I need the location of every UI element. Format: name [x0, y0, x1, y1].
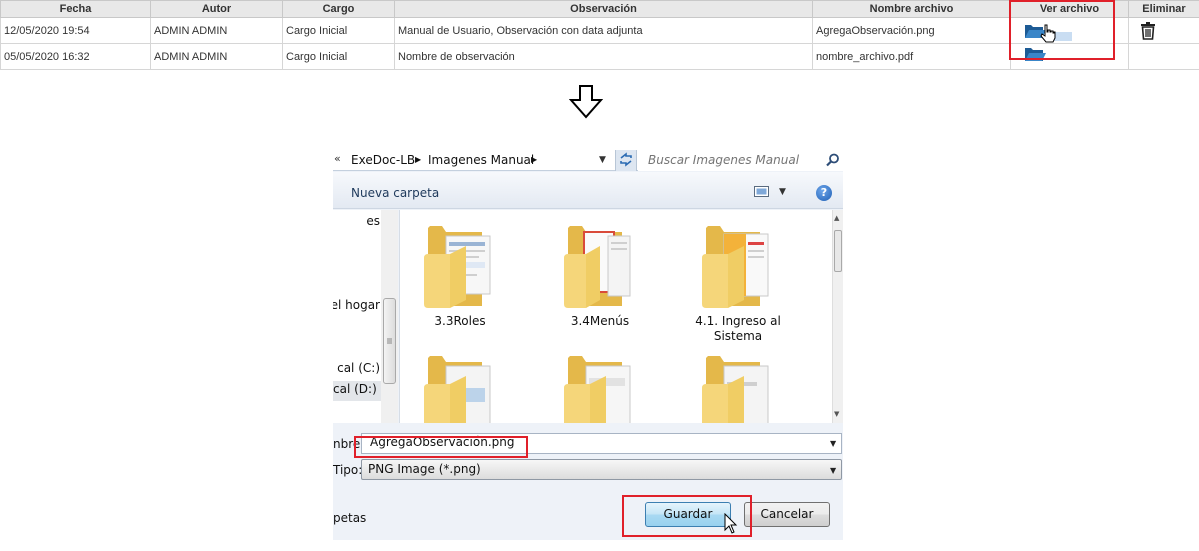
nav-item-home[interactable]: el hogar: [333, 298, 380, 312]
cell-cargo: Cargo Inicial: [282, 17, 395, 44]
cell-autor: ADMIN ADMIN: [150, 17, 283, 44]
filetype-select[interactable]: PNG Image (*.png): [361, 459, 842, 480]
cell-eliminar: [1128, 17, 1199, 44]
cell-fecha: 05/05/2020 16:32: [0, 43, 151, 70]
annotation-box-ver-archivo: [1009, 0, 1115, 60]
cell-eliminar: [1128, 43, 1199, 70]
toolbar: Nueva carpeta ▼ ?: [333, 172, 843, 209]
help-icon[interactable]: ?: [816, 185, 832, 201]
save-file-dialog: « ExeDoc-LB ▶ Imagenes Manual ▶ ▼ Nueva …: [333, 150, 843, 540]
breadcrumb-item[interactable]: Imagenes Manual: [428, 153, 534, 167]
breadcrumb-item[interactable]: ExeDoc-LB: [351, 153, 415, 167]
refresh-icon: [620, 152, 632, 167]
folder-icon: DF: [564, 226, 631, 308]
down-arrow-icon: [569, 85, 603, 119]
trash-icon[interactable]: [1140, 21, 1156, 40]
folder-icon: [424, 226, 491, 308]
cancel-button[interactable]: Cancelar: [744, 502, 830, 527]
file-list-scrollbar[interactable]: ▲ ▼: [832, 210, 843, 423]
hide-folders-toggle[interactable]: petas: [333, 511, 366, 525]
new-folder-button[interactable]: Nueva carpeta: [351, 186, 439, 200]
file-scroll-thumb[interactable]: [834, 230, 842, 272]
cell-cargo: Cargo Inicial: [282, 43, 395, 70]
cell-autor: ADMIN ADMIN: [150, 43, 283, 70]
column-header-eliminar: Eliminar: [1128, 0, 1199, 18]
filetype-dropdown-icon[interactable]: ▼: [830, 466, 836, 475]
column-header-nombre-archivo[interactable]: Nombre archivo: [812, 0, 1011, 18]
file-label: 4.1. Ingreso al Sistema: [695, 314, 781, 343]
file-list-pane: 3.3Roles DF 3.4Menús: [399, 210, 832, 423]
nav-item-drive-c[interactable]: cal (C:): [337, 361, 380, 375]
search-box[interactable]: [638, 150, 843, 171]
folder-icon: [702, 226, 769, 308]
address-dropdown-icon[interactable]: ▼: [599, 155, 606, 165]
scroll-down-icon[interactable]: ▼: [834, 410, 839, 418]
cell-nombre-archivo: nombre_archivo.pdf: [812, 43, 1011, 70]
folder-item[interactable]: [405, 348, 515, 423]
file-label: 3.4Menús: [570, 314, 630, 328]
filename-dropdown-icon[interactable]: ▼: [830, 439, 836, 448]
folder-item[interactable]: [683, 348, 793, 423]
nav-item[interactable]: es: [366, 214, 380, 228]
overflow-chevron-icon[interactable]: «: [334, 152, 341, 165]
folder-item-roles[interactable]: 3.3Roles: [405, 218, 515, 329]
file-label: 3.3Roles: [434, 314, 486, 328]
folder-icon: [702, 356, 769, 423]
folder-item[interactable]: [545, 348, 655, 423]
column-header-fecha[interactable]: Fecha: [0, 0, 151, 18]
column-header-observacion[interactable]: Observación: [394, 0, 813, 18]
nav-scrollbar[interactable]: [381, 210, 398, 423]
cell-nombre-archivo: AgregaObservación.png: [812, 17, 1011, 44]
views-dropdown-icon[interactable]: ▼: [779, 187, 786, 197]
breadcrumb-arrow-icon[interactable]: ▶: [415, 155, 421, 164]
nav-scroll-thumb[interactable]: [383, 298, 396, 384]
scroll-up-icon[interactable]: ▲: [834, 214, 839, 222]
breadcrumb-arrow-icon[interactable]: ▶: [531, 155, 537, 164]
folder-icon: [564, 356, 631, 423]
annotation-box-filename: [354, 436, 528, 458]
cell-observacion: Nombre de observación: [394, 43, 813, 70]
search-input[interactable]: [648, 151, 818, 169]
folder-item-menus[interactable]: DF 3.4Menús: [545, 218, 655, 329]
column-header-cargo[interactable]: Cargo: [282, 0, 395, 18]
views-icon[interactable]: [754, 186, 770, 198]
refresh-button[interactable]: [615, 150, 637, 171]
cell-fecha: 12/05/2020 19:54: [0, 17, 151, 44]
mouse-pointer-icon: [724, 513, 738, 534]
filetype-label: Tipo:: [333, 463, 363, 477]
column-header-autor[interactable]: Autor: [150, 0, 283, 18]
folder-item-ingreso[interactable]: 4.1. Ingreso al Sistema: [683, 218, 793, 344]
cell-observacion: Manual de Usuario, Observación con data …: [394, 17, 813, 44]
folder-icon: [424, 356, 491, 423]
grip-icon: [387, 338, 392, 344]
search-icon[interactable]: [826, 153, 840, 167]
